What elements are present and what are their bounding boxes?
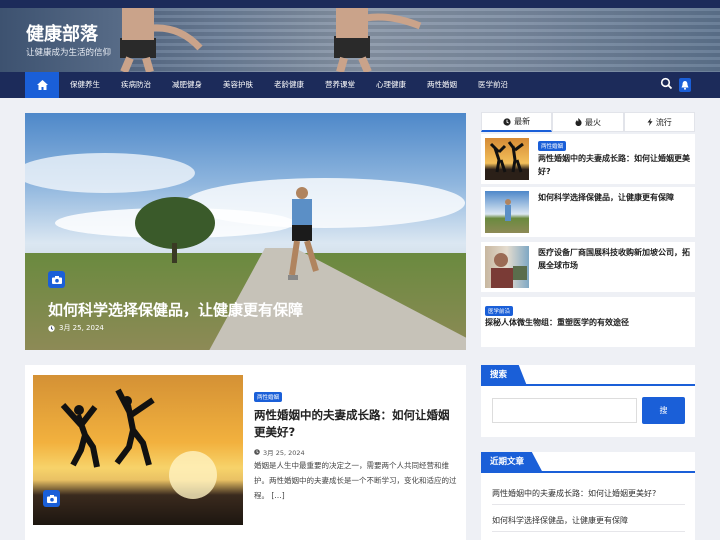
- article-category-badge[interactable]: 两性婚姻: [254, 392, 283, 402]
- nav-item-yixue[interactable]: 医学前沿: [478, 72, 508, 98]
- search-submit-button[interactable]: 搜: [642, 397, 685, 424]
- recent-posts-widget: 近期文章 两性婚姻中的夫妻成长路：如何让婚姻更美好? 如何科学选择保健品，让健康…: [481, 452, 695, 540]
- nav-item-yingyang[interactable]: 营养课堂: [325, 72, 355, 98]
- article-date-text: 3月 25, 2024: [263, 449, 305, 457]
- main-nav: 保健养生 疾病防治 减肥健身 美容护肤 老龄健康 营养课堂 心理健康 两性婚姻 …: [0, 72, 720, 98]
- clock-icon: [254, 449, 260, 455]
- bolt-icon: [647, 118, 653, 126]
- nav-item-xinli[interactable]: 心理健康: [376, 72, 406, 98]
- tab-post-item[interactable]: 医学前沿 探秘人体微生物组：重塑医学的有效途径: [481, 297, 695, 347]
- post-title[interactable]: 医疗设备厂商国展科技收购新加坡公司，拓展全球市场: [538, 246, 690, 272]
- header-banner: 健康部落 让健康成为生活的信仰: [0, 8, 720, 72]
- tab-popular-label: 流行: [655, 117, 672, 127]
- camera-icon: [48, 271, 65, 288]
- article-title[interactable]: 两性婚姻中的夫妻成长路：如何让婚姻更美好?: [254, 407, 459, 441]
- post-title[interactable]: 探秘人体微生物组：重塑医学的有效途径: [485, 316, 690, 329]
- post-thumbnail[interactable]: [485, 138, 529, 180]
- site-subtitle: 让健康成为生活的信仰: [26, 48, 112, 58]
- nav-item-jibing[interactable]: 疾病防治: [121, 72, 151, 98]
- nav-item-liangxing[interactable]: 两性婚姻: [427, 72, 457, 98]
- fire-icon: [575, 118, 582, 126]
- hero-tree: [135, 197, 215, 263]
- tab-latest-label: 最新: [514, 117, 531, 126]
- article-image-silhouettes: [60, 388, 217, 499]
- top-strip: [0, 0, 720, 8]
- hero-date: 3月 25, 2024: [48, 323, 104, 333]
- notification-button[interactable]: [679, 78, 691, 92]
- hero-runner: [288, 187, 319, 280]
- article-date: 3月 25, 2024: [254, 447, 305, 457]
- divider: [492, 531, 685, 532]
- search-icon[interactable]: [660, 77, 674, 91]
- home-button[interactable]: [25, 72, 59, 98]
- tab-post-item[interactable]: 两性婚姻 两性婚姻中的夫妻成长路：如何让婚姻更美好?: [481, 134, 695, 184]
- recent-post-link[interactable]: 两性婚姻中的夫妻成长路：如何让婚姻更美好?: [492, 488, 656, 499]
- recent-post-link[interactable]: 如何科学选择保健品，让健康更有保障: [492, 515, 628, 526]
- search-widget: 搜索 搜: [481, 365, 695, 437]
- nav-item-meirong[interactable]: 美容护肤: [223, 72, 253, 98]
- clock-icon: [503, 117, 511, 126]
- nav-item-baojian[interactable]: 保健养生: [70, 72, 100, 98]
- post-title[interactable]: 两性婚姻中的夫妻成长路：如何让婚姻更美好?: [538, 152, 690, 178]
- hero-date-text: 3月 25, 2024: [59, 324, 104, 332]
- article-card: 两性婚姻 两性婚姻中的夫妻成长路：如何让婚姻更美好? 3月 25, 2024 婚…: [25, 365, 466, 540]
- article-image[interactable]: [33, 375, 243, 525]
- hero-featured-post[interactable]: 如何科学选择保健品，让健康更有保障 3月 25, 2024: [25, 113, 466, 350]
- search-input[interactable]: [492, 398, 637, 423]
- post-category-badge[interactable]: 两性婚姻: [538, 141, 567, 151]
- tab-hottest[interactable]: 最火: [552, 112, 624, 132]
- camera-icon: [43, 490, 60, 507]
- clock-icon: [48, 324, 55, 332]
- banner-runner-image-2: [334, 8, 422, 72]
- site-title[interactable]: 健康部落: [26, 20, 98, 46]
- tab-post-item[interactable]: 如何科学选择保健品，让健康更有保障: [481, 187, 695, 237]
- divider: [492, 504, 685, 505]
- hero-title[interactable]: 如何科学选择保健品，让健康更有保障: [48, 299, 303, 320]
- bell-icon: [681, 80, 689, 90]
- banner-runner-image: [120, 8, 203, 72]
- nav-item-jianfei[interactable]: 减肥健身: [172, 72, 202, 98]
- article-excerpt: 婚姻是人生中最重要的决定之一，需要两个人共同经营和维护。两性婚姻中的夫妻成长是一…: [254, 461, 457, 500]
- post-tabs: 最新 最火 流行: [481, 112, 695, 132]
- tab-post-item[interactable]: 医疗设备厂商国展科技收购新加坡公司，拓展全球市场: [481, 242, 695, 292]
- home-icon: [36, 80, 48, 90]
- tab-hottest-label: 最火: [584, 117, 601, 127]
- post-thumbnail[interactable]: [485, 246, 529, 288]
- post-thumbnail[interactable]: [485, 191, 529, 233]
- tab-popular[interactable]: 流行: [623, 112, 695, 132]
- post-title[interactable]: 如何科学选择保健品，让健康更有保障: [538, 191, 690, 204]
- post-category-badge[interactable]: 医学前沿: [485, 306, 514, 316]
- nav-item-laoling[interactable]: 老龄健康: [274, 72, 304, 98]
- tab-latest[interactable]: 最新: [481, 112, 553, 132]
